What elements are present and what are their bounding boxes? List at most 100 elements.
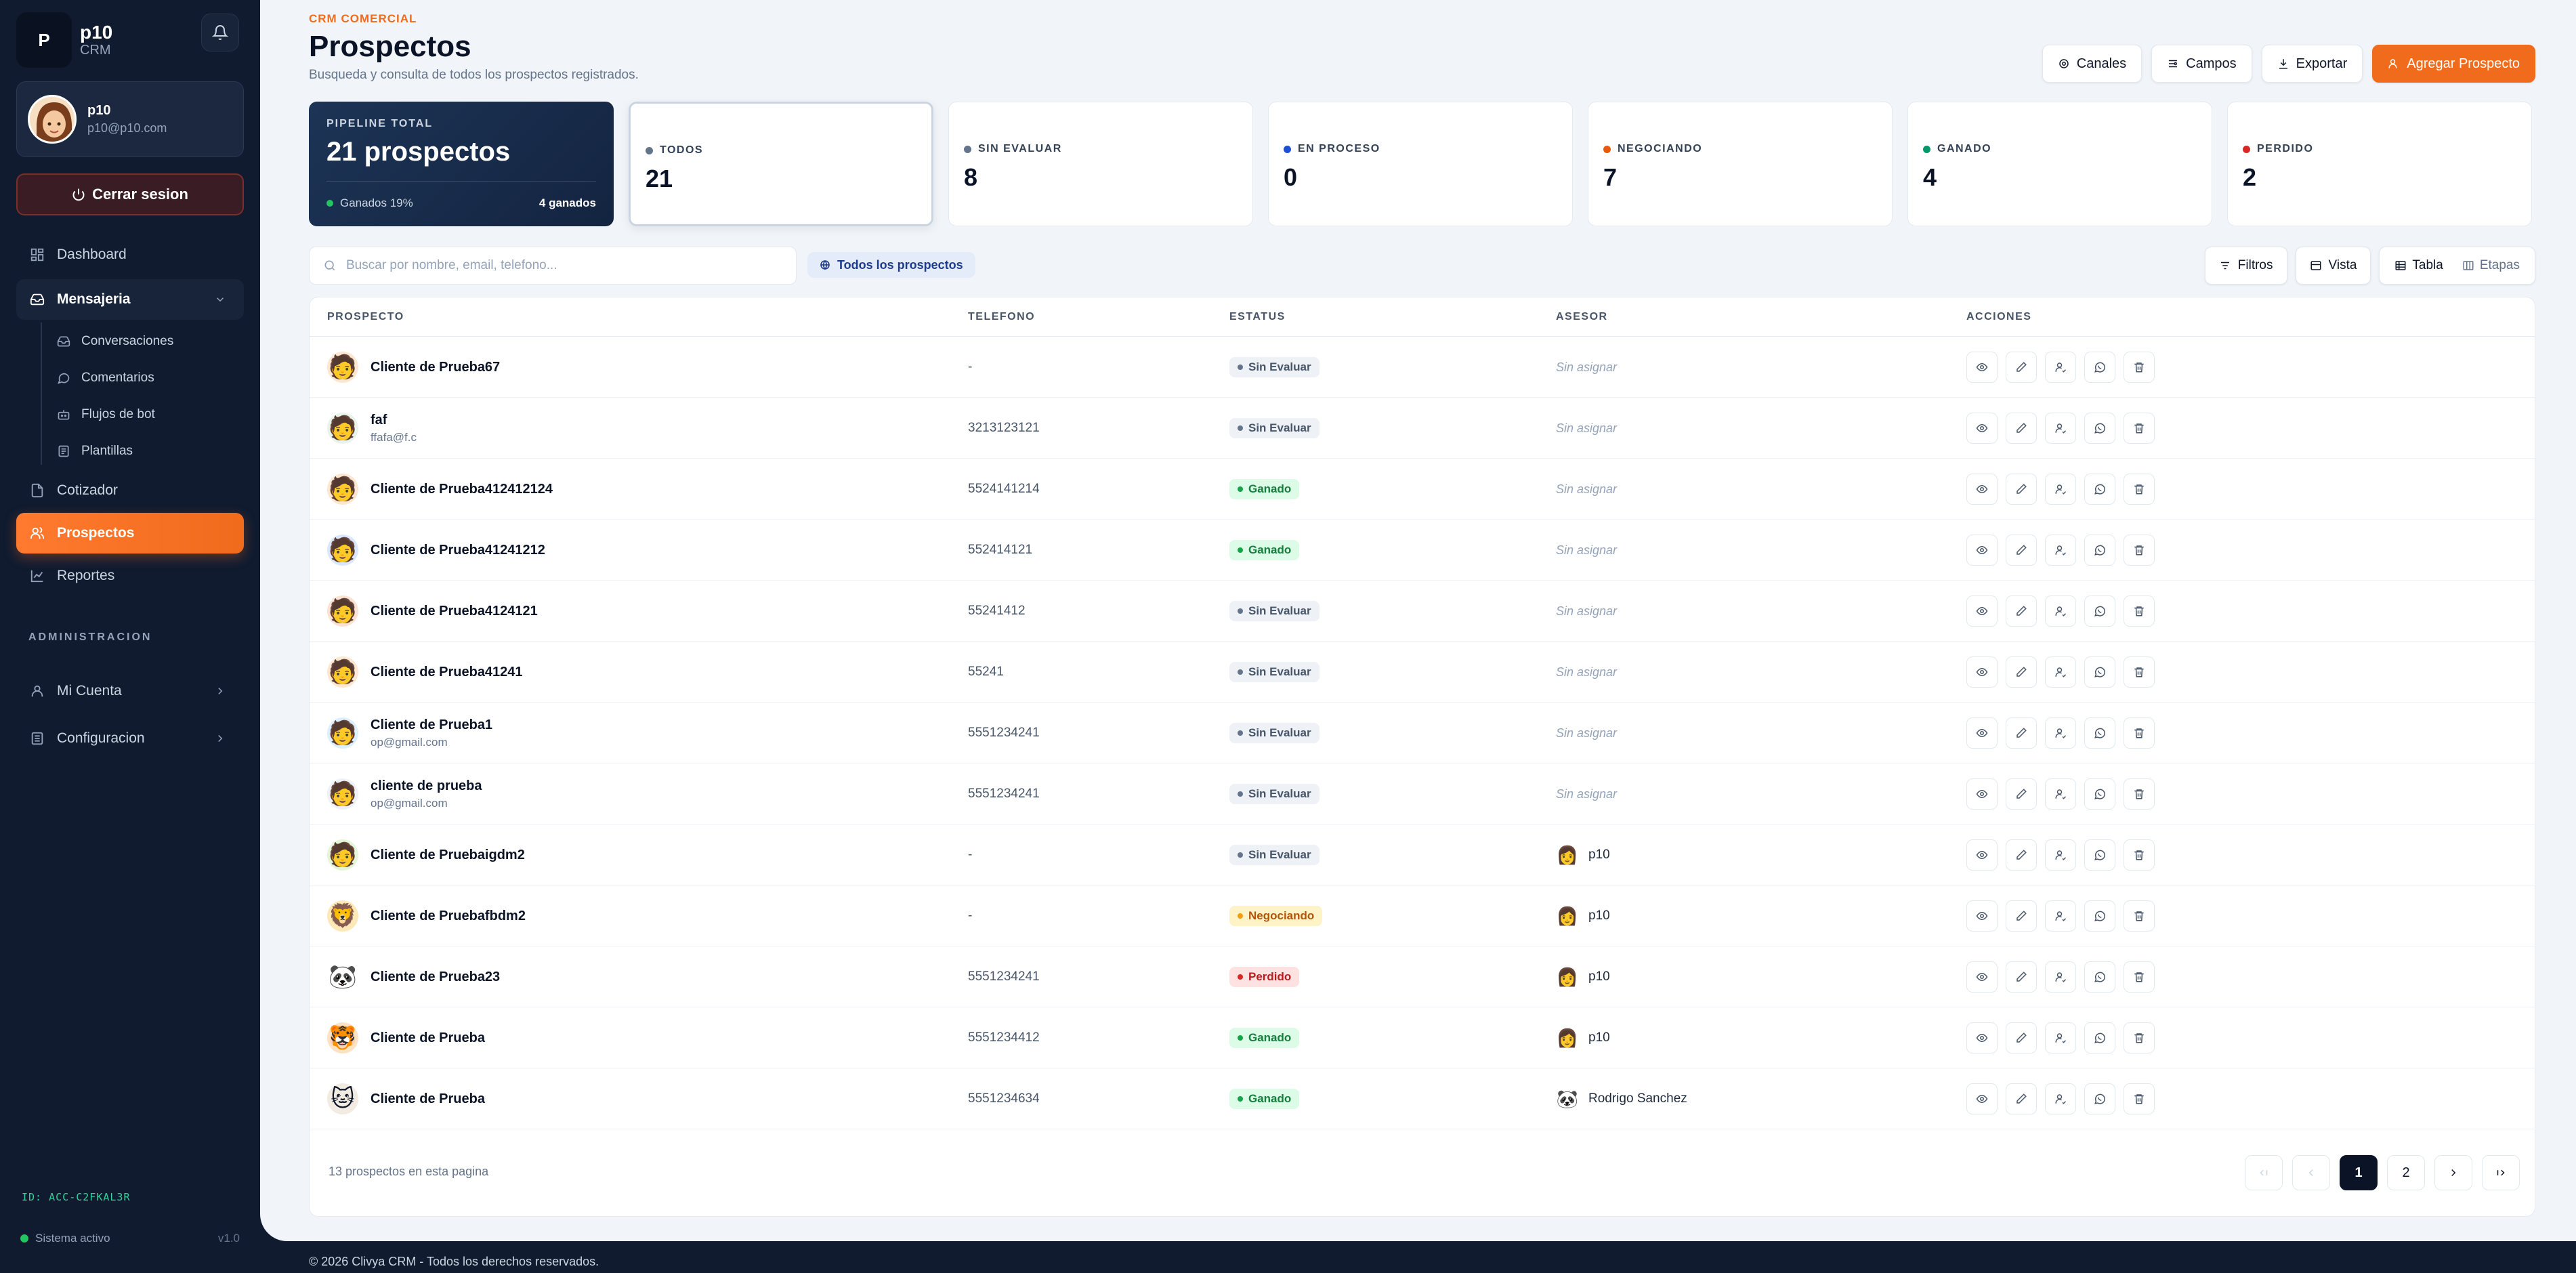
edit-button[interactable]	[2006, 656, 2037, 688]
whatsapp-button[interactable]	[2084, 596, 2115, 627]
assign-button[interactable]	[2045, 535, 2076, 566]
next-page-button[interactable]	[2434, 1155, 2472, 1190]
assign-button[interactable]	[2045, 596, 2076, 627]
whatsapp-button[interactable]	[2084, 535, 2115, 566]
view-button[interactable]: Vista	[2295, 247, 2371, 285]
delete-button[interactable]	[2124, 413, 2155, 444]
stat-card-negociando[interactable]: NEGOCIANDO 7	[1588, 102, 1893, 226]
assign-button[interactable]	[2045, 839, 2076, 871]
delete-button[interactable]	[2124, 1022, 2155, 1053]
whatsapp-button[interactable]	[2084, 717, 2115, 749]
view-button[interactable]	[1966, 778, 1998, 810]
prospect-name[interactable]: Cliente de Prueba41241	[371, 665, 523, 680]
edit-button[interactable]	[2006, 1083, 2037, 1114]
edit-button[interactable]	[2006, 961, 2037, 993]
user-card[interactable]: p10 p10@p10.com	[16, 81, 244, 157]
view-button[interactable]	[1966, 961, 1998, 993]
add-prospect-button[interactable]: Agregar Prospecto	[2372, 45, 2535, 83]
last-page-button[interactable]	[2482, 1155, 2520, 1190]
delete-button[interactable]	[2124, 596, 2155, 627]
whatsapp-button[interactable]	[2084, 961, 2115, 993]
column-header-prospect[interactable]: PROSPECTO	[327, 311, 404, 323]
notifications-button[interactable]	[201, 14, 239, 51]
view-button[interactable]	[1966, 474, 1998, 505]
sidebar-item-reportes[interactable]: Reportes	[16, 556, 244, 596]
assign-button[interactable]	[2045, 413, 2076, 444]
sidebar-item-mi-cuenta[interactable]: Mi Cuenta	[16, 671, 244, 711]
edit-button[interactable]	[2006, 352, 2037, 383]
view-button[interactable]	[1966, 413, 1998, 444]
edit-button[interactable]	[2006, 900, 2037, 932]
prospect-name[interactable]: Cliente de Prueba	[371, 1030, 485, 1046]
delete-button[interactable]	[2124, 535, 2155, 566]
delete-button[interactable]	[2124, 474, 2155, 505]
whatsapp-button[interactable]	[2084, 839, 2115, 871]
table-row[interactable]: 🧑 Cliente de Prueba412412124 5524141214 …	[310, 459, 2535, 520]
edit-button[interactable]	[2006, 839, 2037, 871]
view-button[interactable]	[1966, 535, 1998, 566]
prospect-name[interactable]: Cliente de Prueba41241212	[371, 543, 545, 558]
view-button[interactable]	[1966, 1022, 1998, 1053]
view-button[interactable]	[1966, 656, 1998, 688]
prev-page-button[interactable]	[2292, 1155, 2330, 1190]
sidebar-item-configuracion[interactable]: Configuracion	[16, 718, 244, 759]
prospect-name[interactable]: Cliente de Prueba4124121	[371, 604, 538, 619]
prospect-name[interactable]: Cliente de Prueba1	[371, 717, 492, 733]
whatsapp-button[interactable]	[2084, 474, 2115, 505]
edit-button[interactable]	[2006, 1022, 2037, 1053]
table-row[interactable]: 🐱 Cliente de Prueba 5551234634 Ganado 🐼 R…	[310, 1068, 2535, 1129]
view-button[interactable]	[1966, 1083, 1998, 1114]
delete-button[interactable]	[2124, 778, 2155, 810]
stat-card-perdido[interactable]: PERDIDO 2	[2227, 102, 2532, 226]
table-row[interactable]: 🧑 cliente de prueba op@gmail.com 5551234…	[310, 764, 2535, 825]
view-button[interactable]	[1966, 596, 1998, 627]
sidebar-subitem-comentarios[interactable]: Comentarios	[57, 363, 154, 393]
delete-button[interactable]	[2124, 900, 2155, 932]
edit-button[interactable]	[2006, 717, 2037, 749]
whatsapp-button[interactable]	[2084, 900, 2115, 932]
stat-card-todos[interactable]: TODOS 21	[629, 102, 933, 226]
view-button[interactable]	[1966, 839, 1998, 871]
edit-button[interactable]	[2006, 778, 2037, 810]
delete-button[interactable]	[2124, 839, 2155, 871]
whatsapp-button[interactable]	[2084, 1083, 2115, 1114]
table-row[interactable]: 🧑 Cliente de Prueba67 - Sin Evaluar Sin …	[310, 337, 2535, 398]
prospect-name[interactable]: faf	[371, 413, 417, 428]
stages-view-toggle[interactable]: Etapas	[2453, 252, 2529, 279]
view-button[interactable]	[1966, 717, 1998, 749]
table-row[interactable]: 🧑 Cliente de Prueba4124121 55241412 Sin …	[310, 581, 2535, 642]
page-button-1[interactable]: 1	[2340, 1155, 2378, 1190]
view-button[interactable]	[1966, 352, 1998, 383]
logout-button[interactable]: Cerrar sesion	[16, 173, 244, 215]
stat-card-ganado[interactable]: GANADO 4	[1907, 102, 2212, 226]
table-row[interactable]: 🐼 Cliente de Prueba23 5551234241 Perdido…	[310, 946, 2535, 1007]
table-row[interactable]: 🧑 Cliente de Prueba41241 55241 Sin Evalu…	[310, 642, 2535, 703]
first-page-button[interactable]	[2245, 1155, 2283, 1190]
column-header-phone[interactable]: TELEFONO	[968, 311, 1035, 323]
table-row[interactable]: 🧑 Cliente de Pruebaigdm2 - Sin Evaluar 👩…	[310, 825, 2535, 885]
table-row[interactable]: 🐯 Cliente de Prueba 5551234412 Ganado 👩 p…	[310, 1007, 2535, 1068]
fields-button[interactable]: Campos	[2151, 45, 2252, 83]
whatsapp-button[interactable]	[2084, 778, 2115, 810]
prospect-name[interactable]: Cliente de Prueba	[371, 1091, 485, 1107]
sidebar-item-dashboard[interactable]: Dashboard	[16, 234, 244, 275]
sidebar-subitem-conversaciones[interactable]: Conversaciones	[57, 327, 173, 356]
prospect-name[interactable]: Cliente de Prueba67	[371, 360, 500, 375]
assign-button[interactable]	[2045, 1022, 2076, 1053]
table-row[interactable]: 🦁 Cliente de Pruebafbdm2 - Negociando 👩 p…	[310, 885, 2535, 946]
delete-button[interactable]	[2124, 1083, 2155, 1114]
page-button-2[interactable]: 2	[2387, 1155, 2425, 1190]
assign-button[interactable]	[2045, 352, 2076, 383]
whatsapp-button[interactable]	[2084, 656, 2115, 688]
table-row[interactable]: 🧑 Cliente de Prueba1 op@gmail.com 555123…	[310, 703, 2535, 764]
search-input[interactable]	[346, 258, 766, 273]
edit-button[interactable]	[2006, 535, 2037, 566]
view-button[interactable]	[1966, 900, 1998, 932]
delete-button[interactable]	[2124, 352, 2155, 383]
sidebar-item-cotizador[interactable]: Cotizador	[16, 470, 244, 511]
assign-button[interactable]	[2045, 961, 2076, 993]
table-row[interactable]: 🧑 Cliente de Prueba41241212 552414121 Ga…	[310, 520, 2535, 581]
prospect-name[interactable]: cliente de prueba	[371, 778, 482, 794]
assign-button[interactable]	[2045, 656, 2076, 688]
sidebar-subitem-plantillas[interactable]: Plantillas	[57, 436, 133, 466]
